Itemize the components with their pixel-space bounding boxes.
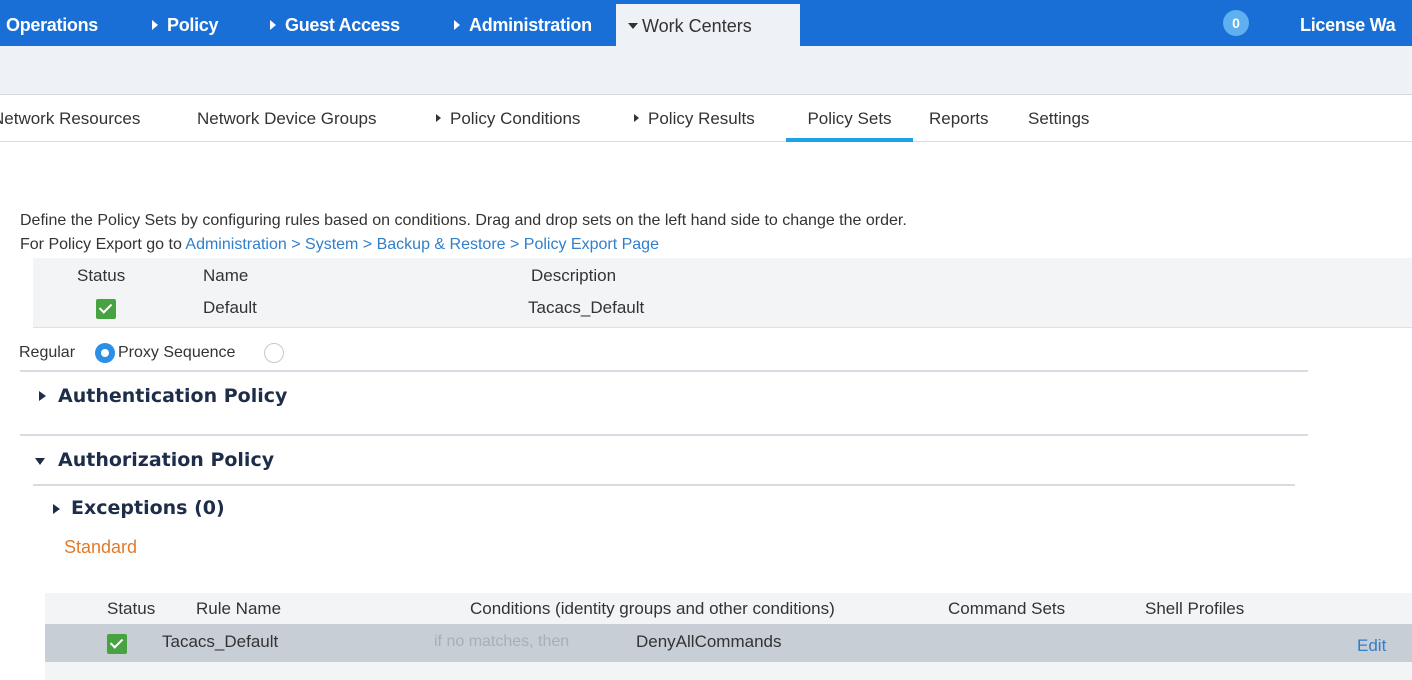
tab-policy-conditions[interactable]: Policy Conditions	[436, 96, 580, 142]
tab-policy-results-label: Policy Results	[648, 109, 755, 128]
exceptions-header[interactable]: Exceptions (0)	[71, 497, 225, 519]
notification-badge[interactable]: 0	[1223, 10, 1249, 36]
license-warning-link[interactable]: License Wa	[1300, 0, 1396, 46]
regular-radio[interactable]	[95, 343, 115, 363]
work-center-tabs: Network Resources Network Device Groups …	[0, 96, 1412, 142]
tab-policy-sets-label: Policy Sets	[807, 109, 892, 128]
nav-guest-access[interactable]: Guest Access	[270, 0, 400, 46]
nav-work-centers[interactable]: Work Centers	[616, 4, 800, 46]
tab-network-device-groups-label: Network Device Groups	[197, 109, 377, 128]
tab-settings-label: Settings	[1028, 109, 1090, 128]
authorization-policy-header[interactable]: Authorization Policy	[58, 449, 274, 471]
collapse-triangle-icon[interactable]	[35, 458, 45, 465]
condition-text: if no matches, then	[434, 633, 570, 650]
intro-text: Define the Policy Sets by configuring ru…	[20, 212, 907, 229]
tab-network-resources-label: Network Resources	[0, 109, 141, 128]
tab-policy-results[interactable]: Policy Results	[634, 96, 755, 142]
col-header-status: Status	[107, 599, 156, 618]
policy-export-link[interactable]: Administration > System > Backup & Resto…	[185, 236, 659, 253]
policy-set-description: Tacacs_Default	[528, 298, 645, 317]
section-divider	[20, 370, 1308, 372]
edit-link[interactable]: Edit	[1357, 636, 1386, 656]
rules-table-header: Status Rule Name Conditions (identity gr…	[45, 593, 1412, 624]
tab-network-resources[interactable]: Network Resources	[0, 96, 140, 142]
triangle-right-icon	[634, 114, 639, 122]
regular-label: Regular	[19, 344, 76, 361]
triangle-right-icon	[270, 20, 276, 30]
col-header-rule-name: Rule Name	[196, 599, 282, 618]
nav-operations[interactable]: Operations	[6, 0, 98, 46]
tab-policy-sets[interactable]: Policy Sets	[786, 96, 913, 142]
section-divider	[33, 484, 1295, 486]
rule-name[interactable]: Tacacs_Default	[162, 632, 278, 652]
col-header-conditions: Conditions (identity groups and other co…	[470, 599, 835, 618]
table-row[interactable]: Tacacs_Default if no matches, then DenyA…	[45, 624, 1412, 662]
col-header-shell-profiles: Shell Profiles	[1145, 599, 1245, 618]
col-header-description: Description	[531, 266, 617, 285]
tab-settings[interactable]: Settings	[1028, 96, 1089, 142]
secondary-bar	[0, 46, 1412, 95]
tab-policy-conditions-label: Policy Conditions	[450, 109, 581, 128]
status-enabled-icon[interactable]	[96, 299, 116, 319]
export-hint-prefix: For Policy Export go to	[20, 236, 186, 253]
triangle-right-icon	[152, 20, 158, 30]
authentication-policy-header[interactable]: Authentication Policy	[58, 385, 287, 407]
top-nav-bar: Operations Policy Guest Access Administr…	[0, 0, 1412, 46]
status-enabled-icon[interactable]	[107, 634, 127, 654]
tab-reports[interactable]: Reports	[929, 96, 989, 142]
rules-table-footer	[45, 662, 1412, 680]
nav-operations-label: Operations	[6, 15, 99, 35]
expand-triangle-icon[interactable]	[39, 391, 46, 401]
nav-policy-label: Policy	[167, 15, 219, 35]
proxy-sequence-radio[interactable]	[264, 343, 284, 363]
policy-set-table: Status Name Description Default Tacacs_D…	[33, 258, 1412, 328]
col-header-command-sets: Command Sets	[948, 599, 1066, 618]
tab-network-device-groups[interactable]: Network Device Groups	[197, 96, 377, 142]
triangle-right-icon	[436, 114, 441, 122]
triangle-down-icon	[628, 23, 638, 29]
nav-guest-access-label: Guest Access	[285, 15, 400, 35]
nav-policy[interactable]: Policy	[152, 0, 219, 46]
nav-administration[interactable]: Administration	[454, 0, 592, 46]
tab-reports-label: Reports	[929, 109, 989, 128]
col-header-name: Name	[203, 266, 249, 285]
proxy-sequence-label: Proxy Sequence	[118, 344, 236, 361]
triangle-right-icon	[454, 20, 460, 30]
expand-triangle-icon[interactable]	[53, 504, 60, 514]
nav-work-centers-label: Work Centers	[642, 16, 752, 36]
section-divider	[20, 434, 1308, 436]
policy-set-name[interactable]: Default	[203, 298, 257, 318]
export-hint: For Policy Export go to Administration >…	[20, 236, 659, 254]
command-set-value[interactable]: DenyAllCommands	[636, 632, 782, 652]
nav-administration-label: Administration	[469, 15, 592, 35]
standard-label: Standard	[64, 537, 138, 557]
col-header-status: Status	[77, 266, 126, 285]
